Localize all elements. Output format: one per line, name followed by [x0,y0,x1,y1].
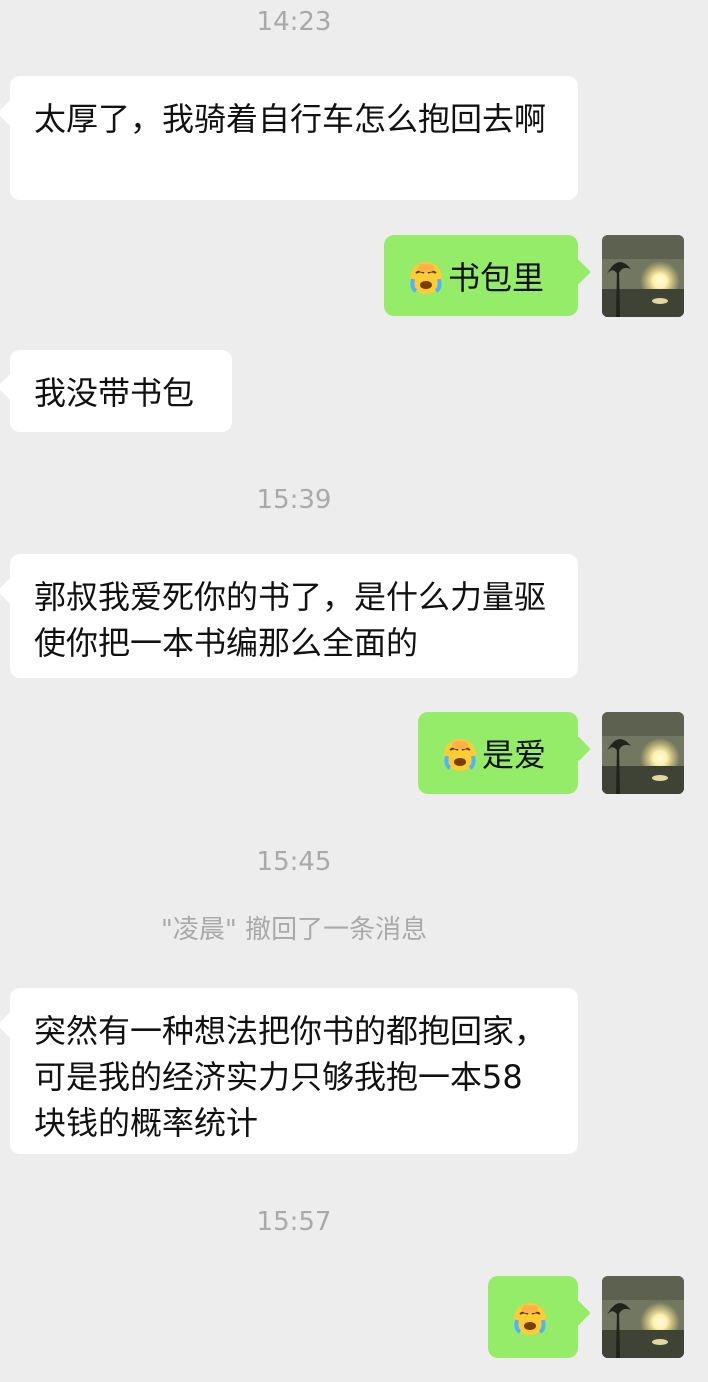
sunset-lake-avatar-icon [602,712,684,794]
chat-timestamp: 14:23 [256,7,332,37]
incoming-message-bubble[interactable]: 郭叔我爱死你的书了，是什么力量驱使你把一本书编那么全面的 [10,554,578,678]
face-palm-crying-emoji-icon [408,260,444,296]
avatar[interactable] [602,1276,684,1358]
message-text: 书包里 [448,259,545,297]
message-text: 是爱 [482,736,547,774]
chat-timestamp: 15:39 [256,485,332,515]
avatar[interactable] [602,712,684,794]
chat-timestamp: 15:45 [256,847,332,877]
recall-notice: "凌晨" 撤回了一条消息 [160,915,428,945]
incoming-message-bubble[interactable]: 我没带书包 [10,350,232,432]
avatar[interactable] [602,235,684,317]
face-palm-crying-emoji-icon [512,1301,548,1337]
face-palm-crying-emoji-icon [442,737,478,773]
incoming-message-bubble[interactable]: 太厚了，我骑着自行车怎么抱回去啊 [10,76,578,200]
message-text: 我没带书包 [34,374,195,412]
chat-timestamp: 15:57 [256,1207,332,1237]
message-text: 郭叔我爱死你的书了，是什么力量驱使你把一本书编那么全面的 [34,578,547,662]
message-text: 太厚了，我骑着自行车怎么抱回去啊 [34,100,547,138]
sunset-lake-avatar-icon [602,1276,684,1358]
sunset-lake-avatar-icon [602,235,684,317]
message-text: 突然有一种想法把你书的都抱回家，可是我的经济实力只够我抱一本58块钱的概率统计 [34,1012,547,1142]
incoming-message-bubble[interactable]: 突然有一种想法把你书的都抱回家，可是我的经济实力只够我抱一本58块钱的概率统计 [10,988,578,1154]
outgoing-message-bubble[interactable]: 书包里 [384,235,578,316]
outgoing-message-bubble[interactable] [488,1276,578,1358]
outgoing-message-bubble[interactable]: 是爱 [418,712,578,794]
